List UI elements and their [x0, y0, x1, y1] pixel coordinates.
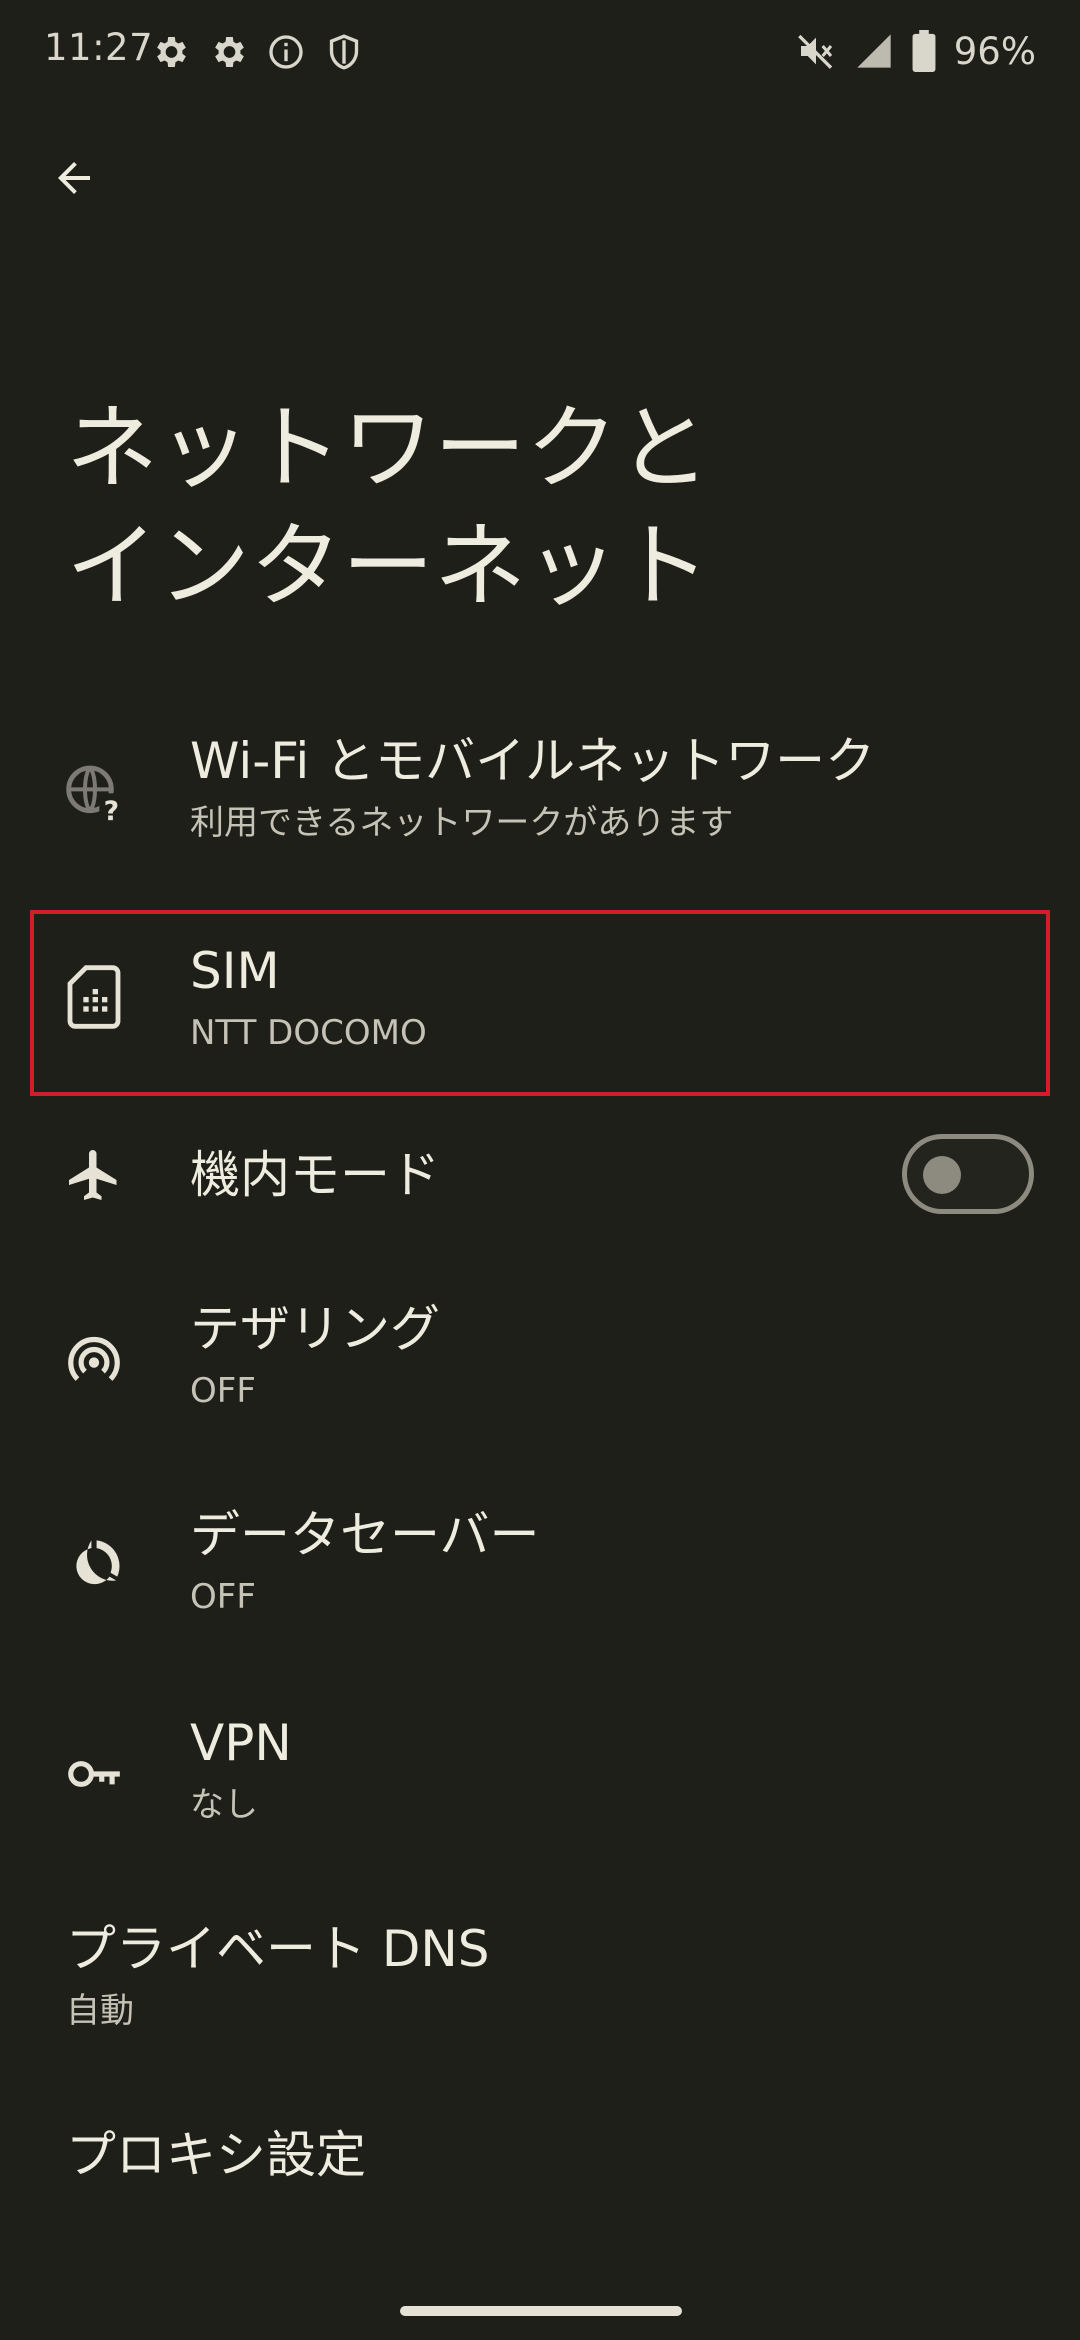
battery-icon — [912, 30, 936, 72]
svg-text:?: ? — [104, 796, 119, 824]
item-summary: 利用できるネットワークがあります — [190, 803, 734, 843]
battery-percent: 96% — [953, 29, 1036, 73]
highlight-box — [30, 910, 1050, 1096]
item-title: Wi-Fi とモバイルネットワーク — [190, 732, 876, 790]
hotspot-icon — [62, 1328, 126, 1392]
settings-screen: 11:27 96% ネットワークと インターネット ? Wi-Fi とモバイルネ… — [0, 0, 1080, 2340]
settings-item-tethering[interactable]: テザリング OFF — [0, 1298, 1080, 1428]
signal-icon — [857, 34, 891, 68]
settings-item-vpn[interactable]: VPN なし — [0, 1712, 1080, 1842]
status-right: 96% — [796, 26, 1036, 76]
shield-icon — [329, 34, 359, 70]
gear-icon — [215, 37, 244, 67]
page-title: ネットワークと インターネット — [66, 390, 1006, 626]
gear-icon — [157, 37, 186, 67]
item-summary: なし — [190, 1785, 258, 1825]
settings-item-data-saver[interactable]: データセーバー OFF — [0, 1504, 1080, 1634]
page-title-line2: インターネット — [66, 513, 711, 620]
globe-question-icon: ? — [62, 760, 126, 824]
arrow-back-icon — [58, 162, 90, 194]
airplane-icon — [62, 1143, 126, 1207]
item-title: データセーバー — [190, 1506, 540, 1564]
page-title-line1: ネットワークと — [66, 395, 711, 502]
status-bar: 11:27 96% — [0, 0, 1080, 104]
item-title: VPN — [190, 1714, 292, 1772]
settings-item-private-dns[interactable]: プライベート DNS 自動 — [0, 1918, 1080, 2048]
status-time: 11:27 — [44, 26, 154, 69]
item-title: テザリング — [190, 1300, 440, 1358]
back-button[interactable] — [38, 142, 110, 214]
key-icon — [62, 1742, 126, 1806]
info-icon — [269, 35, 303, 69]
settings-item-wifi-mobile[interactable]: ? Wi-Fi とモバイルネットワーク 利用できるネットワークがあります — [0, 730, 1080, 880]
item-summary: OFF — [190, 1577, 256, 1617]
settings-item-proxy[interactable]: プロキシ設定 — [0, 2124, 1080, 2194]
data-saver-icon — [62, 1534, 126, 1598]
item-title: プライベート DNS — [66, 1920, 490, 1978]
item-title: 機内モード — [190, 1146, 440, 1204]
toggle-knob — [923, 1156, 961, 1194]
item-summary: 自動 — [66, 1991, 134, 2031]
gesture-nav-bar[interactable] — [400, 2306, 682, 2316]
item-title: プロキシ設定 — [66, 2126, 366, 2184]
mute-icon — [797, 34, 832, 69]
item-summary: OFF — [190, 1371, 256, 1411]
airplane-mode-toggle[interactable] — [902, 1134, 1034, 1214]
